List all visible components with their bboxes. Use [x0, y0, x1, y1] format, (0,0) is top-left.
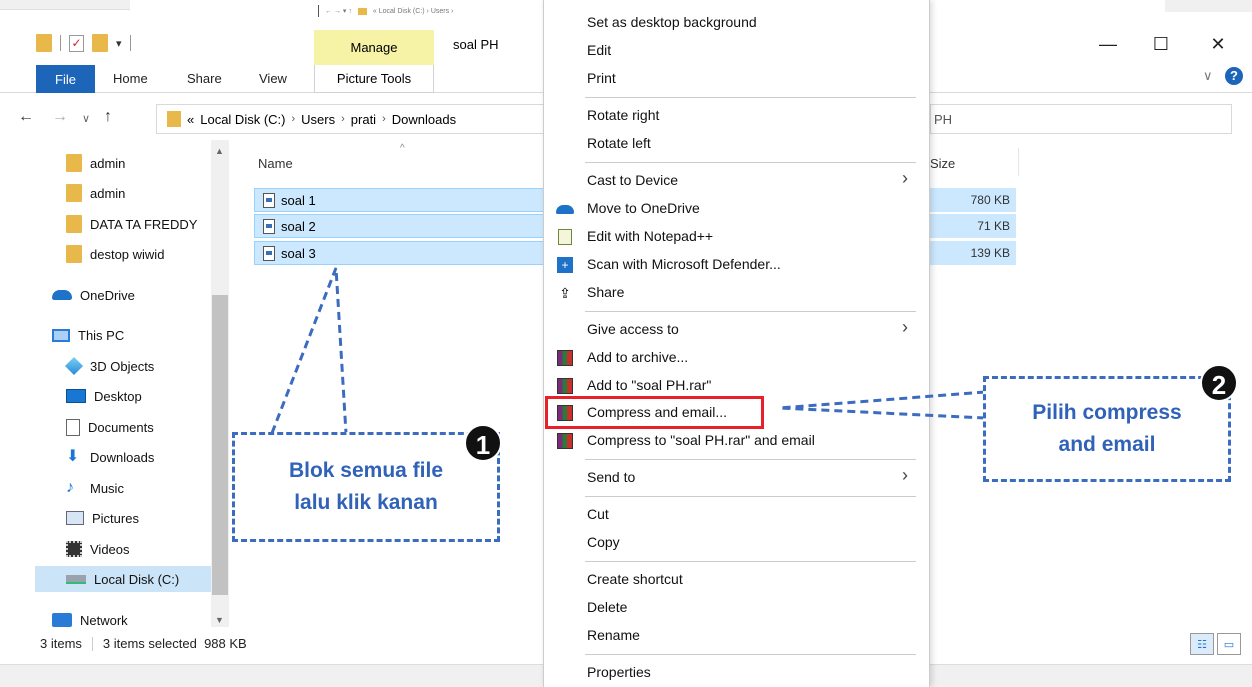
callout-text-line-2: lalu klik kanan — [294, 491, 438, 514]
callout-select-files: Blok semua file lalu klik kanan — [232, 432, 500, 542]
step-badge-1: 1 — [464, 424, 502, 462]
callout2-pointer — [779, 390, 986, 420]
annotation-pointers — [270, 267, 986, 434]
callout-text-line-1: Pilih compress — [1032, 401, 1182, 424]
callout-text-line-2: and email — [1058, 433, 1156, 456]
step-badge-2: 2 — [1200, 364, 1238, 402]
callout1-pointer — [270, 267, 348, 434]
callout-text-line-1: Blok semua file — [288, 459, 444, 482]
callout-compress-email: Pilih compress and email — [983, 376, 1231, 482]
